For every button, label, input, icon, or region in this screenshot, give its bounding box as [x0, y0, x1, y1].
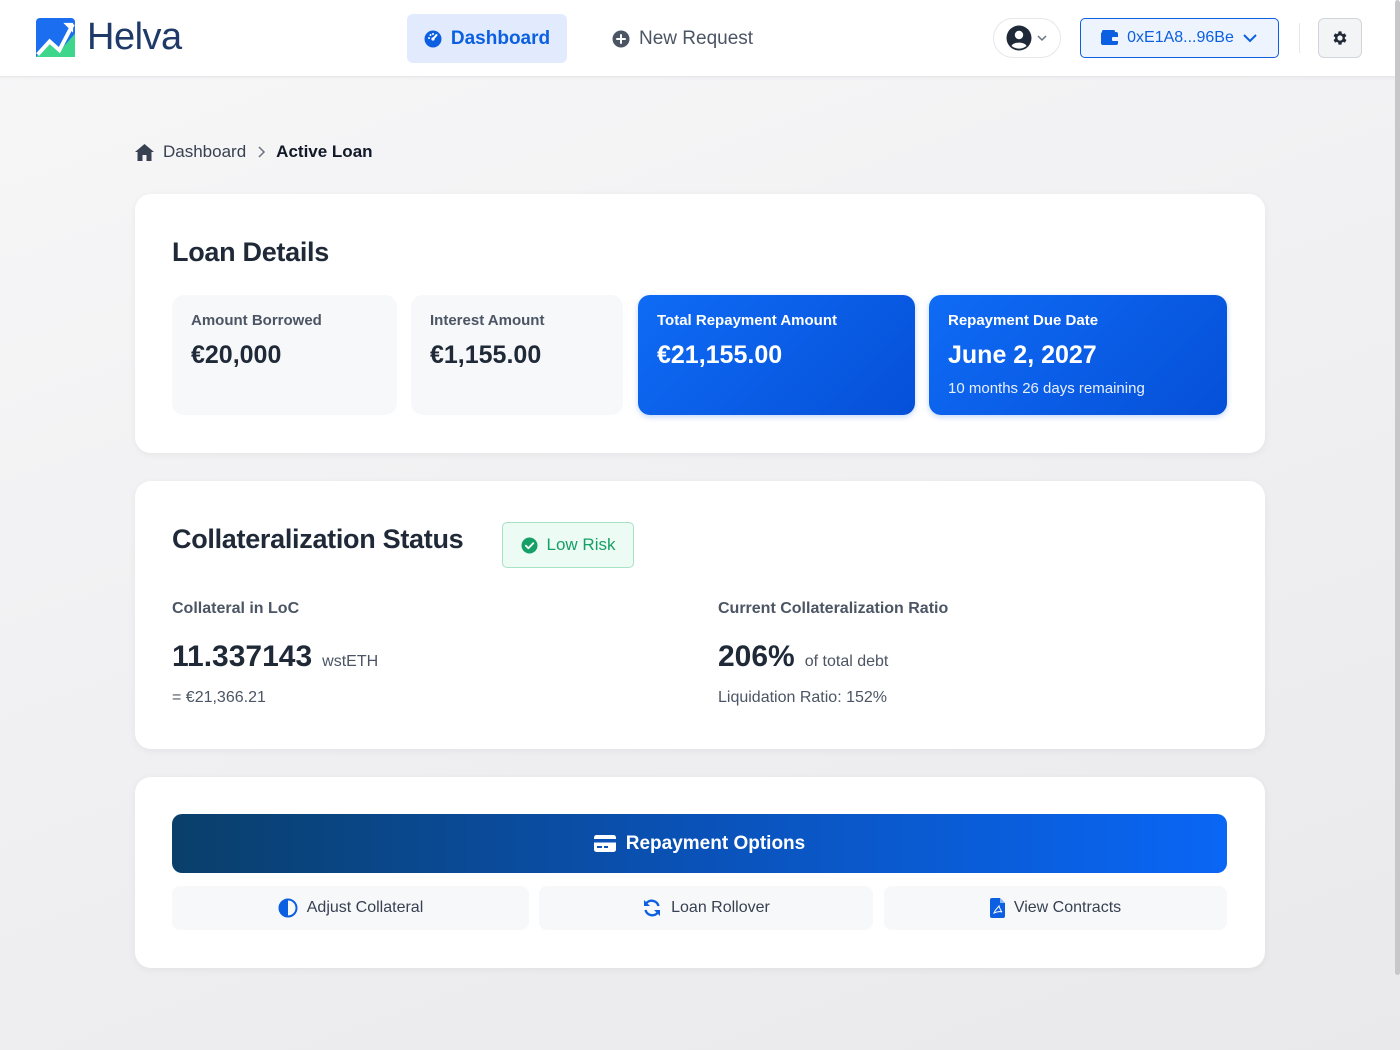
breadcrumb-home-label: Dashboard: [163, 142, 247, 161]
actions-card: Repayment Options Adjust Collateral Loan…: [135, 777, 1265, 968]
scrollbar[interactable]: [1395, 0, 1400, 975]
stat-due-date: Repayment Due Date June 2, 2027 10 month…: [929, 295, 1227, 415]
view-contracts-label: View Contracts: [1013, 899, 1122, 916]
loan-details-card: Loan Details Amount Borrowed €20,000 Int…: [135, 194, 1265, 453]
nav-new-request[interactable]: New Request: [602, 14, 763, 63]
loan-details-title: Loan Details: [172, 237, 329, 267]
half-circle-icon: [278, 898, 298, 918]
collateral-label: Collateral in LoC: [172, 600, 300, 617]
brand-logo[interactable]: Helva: [36, 18, 182, 57]
risk-badge: Low Risk: [502, 522, 634, 568]
risk-badge-label: Low Risk: [546, 535, 616, 554]
nav-dashboard[interactable]: Dashboard: [407, 14, 567, 63]
header-divider: [1299, 23, 1300, 53]
stat-remaining-time: 10 months 26 days remaining: [948, 380, 1145, 397]
stat-value: June 2, 2027: [948, 341, 1097, 369]
adjust-collateral-button[interactable]: Adjust Collateral: [172, 886, 529, 930]
settings-button[interactable]: [1318, 18, 1362, 58]
ratio-row: 206% of total debt: [718, 640, 888, 674]
user-menu-button[interactable]: [993, 18, 1061, 58]
stat-amount-borrowed: Amount Borrowed €20,000: [172, 295, 397, 415]
stat-value: €20,000: [191, 341, 282, 369]
file-pdf-icon: [989, 898, 1005, 918]
collateral-amount: 11.337143: [172, 640, 313, 673]
brand-name: Helva: [87, 16, 182, 58]
liquidation-ratio: Liquidation Ratio: 152%: [718, 689, 888, 706]
breadcrumb-home[interactable]: Dashboard: [135, 142, 246, 162]
repayment-options-button[interactable]: Repayment Options: [172, 814, 1227, 873]
chevron-down-icon: [1037, 35, 1047, 42]
stat-label: Amount Borrowed: [191, 312, 322, 329]
loan-rollover-label: Loan Rollover: [671, 899, 770, 916]
stat-label: Interest Amount: [430, 312, 545, 329]
stat-value: €21,155.00: [657, 341, 783, 369]
collateral-unit: wstETH: [322, 653, 379, 670]
chevron-down-icon: [1243, 34, 1257, 43]
loan-rollover-button[interactable]: Loan Rollover: [539, 886, 873, 930]
plus-circle-icon: [612, 30, 630, 47]
stat-label: Total Repayment Amount: [657, 312, 838, 329]
refresh-icon: [644, 899, 661, 917]
home-icon: [135, 143, 154, 161]
nav-dashboard-label: Dashboard: [450, 27, 551, 49]
breadcrumb-current: Active Loan: [276, 142, 373, 161]
ratio-unit: of total debt: [804, 653, 889, 670]
stat-value: €1,155.00: [430, 341, 542, 369]
gauge-icon: [424, 30, 442, 47]
nav-new-request-label: New Request: [639, 27, 754, 49]
stat-interest-amount: Interest Amount €1,155.00: [411, 295, 623, 415]
repayment-options-label: Repayment Options: [625, 832, 806, 854]
adjust-collateral-label: Adjust Collateral: [306, 899, 424, 916]
gear-icon: [1333, 31, 1347, 45]
chevron-right-icon: [258, 146, 266, 158]
wallet-address: 0xE1A8...96Be: [1127, 29, 1234, 46]
wallet-icon: [1101, 30, 1120, 45]
breadcrumb: Dashboard Active Loan: [135, 142, 373, 162]
check-circle-icon: [521, 537, 538, 553]
wallet-button[interactable]: 0xE1A8...96Be: [1080, 18, 1279, 58]
ratio-label: Current Collateralization Ratio: [718, 600, 949, 617]
user-circle-icon: [1006, 25, 1032, 51]
collateralization-title: Collateralization Status: [172, 524, 464, 554]
logo-icon: [36, 18, 75, 57]
collateralization-card: Collateralization Status Low Risk Collat…: [135, 481, 1265, 749]
view-contracts-button[interactable]: View Contracts: [884, 886, 1227, 930]
top-header: Helva Dashboard New Request 0xE1A8...96B…: [0, 0, 1400, 77]
stat-label: Repayment Due Date: [948, 312, 1099, 329]
stat-total-repayment: Total Repayment Amount €21,155.00: [638, 295, 915, 415]
ratio-value: 206%: [718, 640, 795, 673]
credit-card-icon: [593, 835, 616, 852]
collateral-amount-row: 11.337143 wstETH: [172, 640, 378, 674]
collateral-fiat-value: = €21,366.21: [172, 689, 266, 706]
